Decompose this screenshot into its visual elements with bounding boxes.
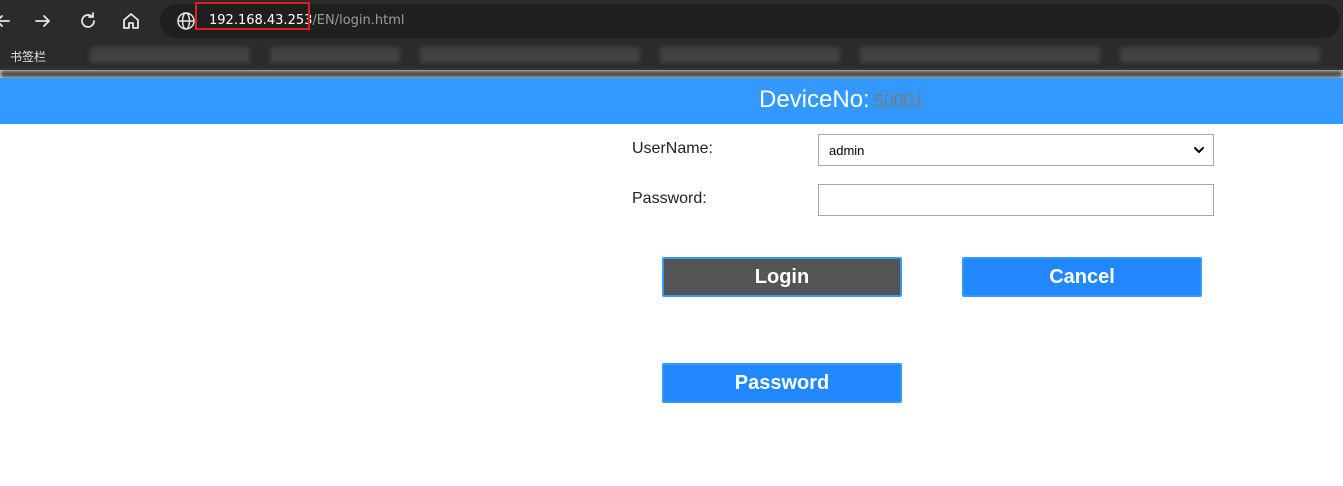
login-button[interactable]: Login — [662, 257, 902, 297]
username-label: UserName: — [632, 140, 713, 157]
device-label: DeviceNo: — [759, 86, 870, 113]
reload-icon[interactable] — [73, 6, 103, 36]
password-label: Password: — [632, 190, 707, 207]
username-selected-value: admin — [829, 143, 865, 158]
chevron-down-icon — [1194, 147, 1204, 153]
blurred-bookmark — [270, 47, 400, 63]
forward-arrow-icon[interactable] — [28, 6, 58, 36]
address-bar[interactable]: 192.168.43.253/EN/login.html — [160, 2, 1340, 38]
blurred-bookmark — [1120, 47, 1320, 63]
change-password-button[interactable]: Password — [662, 363, 902, 403]
cancel-button[interactable]: Cancel — [962, 257, 1202, 297]
back-icon[interactable] — [0, 6, 18, 36]
browser-toolbar: 192.168.43.253/EN/login.html — [0, 0, 1343, 42]
blurred-chrome-edge — [0, 70, 1343, 78]
device-header-bar: DeviceNo: 50001 — [0, 78, 1343, 124]
blurred-bookmark — [90, 47, 250, 63]
blurred-bookmark — [860, 47, 1100, 63]
password-field[interactable] — [818, 184, 1214, 216]
url-path: /EN/login.html — [312, 13, 405, 28]
url-highlight-box — [195, 2, 310, 30]
blurred-bookmark — [420, 47, 640, 63]
home-icon[interactable] — [116, 6, 146, 36]
bookmarks-bar: 书签栏 — [0, 42, 1343, 70]
globe-icon — [176, 11, 196, 31]
device-number: 50001 — [873, 91, 924, 111]
device-info: DeviceNo: 50001 — [759, 86, 924, 114]
bookmarks-bar-label[interactable]: 书签栏 — [10, 48, 46, 65]
username-select[interactable]: admin — [818, 134, 1214, 166]
blurred-bookmark — [660, 47, 840, 63]
